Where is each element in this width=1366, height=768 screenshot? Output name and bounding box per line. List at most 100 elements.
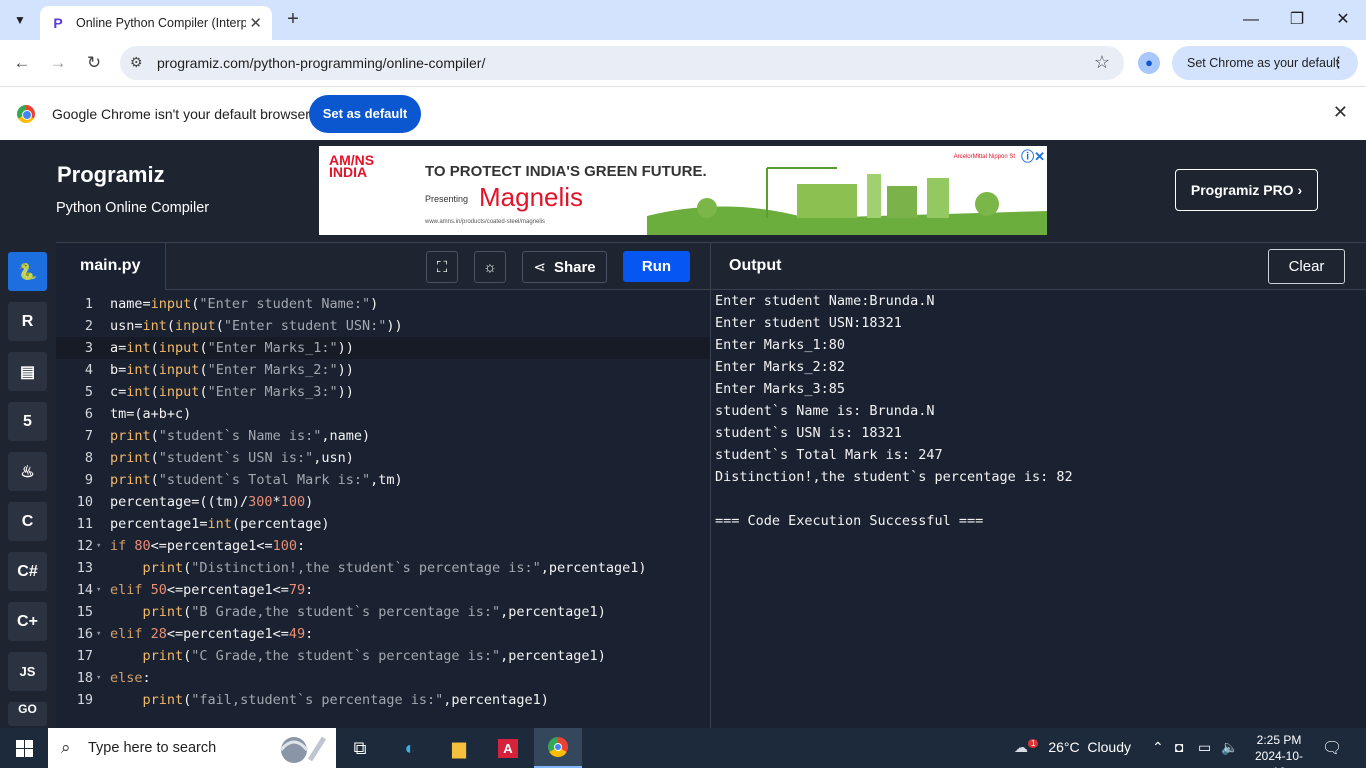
code-text[interactable]: print("fail,student`s percentage is:",pe… <box>110 689 549 711</box>
programiz-logo[interactable]: Programiz <box>57 162 165 188</box>
ad-presenting: Presenting <box>425 194 469 204</box>
edge-browser-icon[interactable]: ◐ <box>386 728 434 768</box>
python-language-icon[interactable]: 🐍 <box>8 252 47 291</box>
code-text[interactable]: print("student`s Name is:",name) <box>110 425 370 447</box>
file-explorer-icon[interactable]: ▆ <box>435 728 483 768</box>
code-line[interactable]: 12 ▾ if 80<=percentage1<=100: <box>56 535 710 557</box>
back-icon[interactable]: ← <box>10 51 34 75</box>
code-text[interactable]: print("C Grade,the student`s percentage … <box>110 645 606 667</box>
browser-tab[interactable]: P Online Python Compiler (Interpreter) ✕ <box>40 6 272 40</box>
code-line[interactable]: 11 percentage1=int(percentage) <box>56 513 710 535</box>
minimize-icon[interactable]: — <box>1228 8 1274 32</box>
code-text[interactable]: usn=int(input("Enter student USN:")) <box>110 315 403 337</box>
r-language-icon[interactable]: R <box>8 302 47 341</box>
code-line[interactable]: 8 print("student`s USN is:",usn) <box>56 447 710 469</box>
set-default-chip[interactable]: Set Chrome as your default ⋮ <box>1172 46 1358 80</box>
programiz-pro-button[interactable]: Programiz PRO › <box>1175 169 1318 211</box>
fullscreen-icon[interactable]: ⛶ <box>426 251 458 283</box>
code-text[interactable]: name=input("Enter student Name:") <box>110 293 378 315</box>
site-info-icon[interactable]: ⚙ <box>130 54 143 71</box>
forward-icon[interactable]: → <box>46 51 70 75</box>
address-bar[interactable]: ⚙ programiz.com/python-programming/onlin… <box>120 46 1124 80</box>
autocad-icon[interactable]: A <box>484 728 532 768</box>
run-button[interactable]: Run <box>623 251 690 282</box>
fold-toggle-icon[interactable]: ▾ <box>96 623 101 645</box>
csharp-language-icon[interactable]: C# <box>8 552 47 591</box>
code-text[interactable]: print("Distinction!,the student`s percen… <box>110 557 647 579</box>
java-icon[interactable]: ♨ <box>8 452 47 491</box>
code-line[interactable]: 10 percentage=((tm)/300*100) <box>56 491 710 513</box>
code-text[interactable]: else: <box>110 667 151 689</box>
code-line[interactable]: 9 print("student`s Total Mark is:",tm) <box>56 469 710 491</box>
reload-icon[interactable]: ↻ <box>82 51 106 75</box>
url-text[interactable]: programiz.com/python-programming/online-… <box>157 55 485 71</box>
code-line[interactable]: 16 ▾ elif 28<=percentage1<=49: <box>56 623 710 645</box>
code-text[interactable]: c=int(input("Enter Marks_3:")) <box>110 381 354 403</box>
chrome-menu-icon[interactable]: ⋮ <box>1331 46 1346 80</box>
fold-toggle-icon[interactable]: ▾ <box>96 667 101 689</box>
cpp-language-icon[interactable]: C+ <box>8 602 47 641</box>
bookmark-star-icon[interactable]: ☆ <box>1094 52 1110 73</box>
code-text[interactable]: if 80<=percentage1<=100: <box>110 535 305 557</box>
code-text[interactable]: a=int(input("Enter Marks_1:")) <box>110 337 354 359</box>
code-area[interactable]: 1 name=input("Enter student Name:") 2 usn=i… <box>56 290 710 728</box>
code-line[interactable]: 14 ▾ elif 50<=percentage1<=79: <box>56 579 710 601</box>
code-line[interactable]: 2 usn=int(input("Enter student USN:")) <box>56 315 710 337</box>
html5-icon[interactable]: 5 <box>8 402 47 441</box>
volume-muted-icon[interactable]: 🔈 <box>1221 739 1238 756</box>
infobar-close-icon[interactable]: ✕ <box>1333 102 1348 123</box>
code-text[interactable]: print("student`s Total Mark is:",tm) <box>110 469 403 491</box>
code-line[interactable]: 6 tm=(a+b+c) <box>56 403 710 425</box>
code-text[interactable]: b=int(input("Enter Marks_2:")) <box>110 359 354 381</box>
file-tab-main-py[interactable]: main.py <box>56 243 166 290</box>
task-view-icon[interactable]: ⧉ <box>336 728 384 768</box>
code-text[interactable]: elif 50<=percentage1<=79: <box>110 579 313 601</box>
fold-toggle-icon[interactable]: ▾ <box>96 535 101 557</box>
code-line[interactable]: 7 print("student`s Name is:",name) <box>56 425 710 447</box>
c-language-icon[interactable]: C <box>8 502 47 541</box>
code-text[interactable]: tm=(a+b+c) <box>110 403 191 425</box>
window-close-icon[interactable]: ✕ <box>1320 8 1366 32</box>
go-language-icon[interactable]: GO <box>8 702 47 726</box>
sql-database-icon[interactable]: ▤ <box>8 352 47 391</box>
code-line[interactable]: 19 print("fail,student`s percentage is:"… <box>56 689 710 711</box>
code-text[interactable]: print("B Grade,the student`s percentage … <box>110 601 606 623</box>
clock-time: 2:25 PM <box>1256 733 1302 747</box>
notifications-icon[interactable]: 🗨 <box>1322 738 1342 758</box>
code-text[interactable]: percentage1=int(percentage) <box>110 513 329 535</box>
meet-now-icon[interactable]: ◘ <box>1175 739 1183 755</box>
code-text[interactable]: elif 28<=percentage1<=49: <box>110 623 313 645</box>
show-hidden-icons-chevron-icon[interactable]: ⌃ <box>1152 739 1164 756</box>
new-tab-icon[interactable]: + <box>282 8 304 30</box>
javascript-icon[interactable]: JS <box>8 652 47 691</box>
set-as-default-button[interactable]: Set as default <box>309 95 421 133</box>
taskbar-search-box[interactable]: ⌕ Type here to search <box>48 728 336 768</box>
code-line[interactable]: 13 print("Distinction!,the student`s per… <box>56 557 710 579</box>
line-number: 19 <box>76 692 93 708</box>
restore-icon[interactable]: ❐ <box>1274 8 1320 32</box>
network-icon[interactable]: ▭ <box>1198 739 1211 756</box>
tab-search-chevron-icon[interactable]: ▼ <box>8 8 32 32</box>
code-line[interactable]: 5 c=int(input("Enter Marks_3:")) <box>56 381 710 403</box>
clear-button[interactable]: Clear <box>1268 249 1345 284</box>
code-line[interactable]: 17 print("C Grade,the student`s percenta… <box>56 645 710 667</box>
windows-start-icon[interactable] <box>0 728 48 768</box>
code-text[interactable]: percentage=((tm)/300*100) <box>110 491 313 513</box>
output-console[interactable]: Enter student Name:Brunda.N Enter student… <box>715 290 1355 532</box>
code-line[interactable]: 4 b=int(input("Enter Marks_2:")) <box>56 359 710 381</box>
tab-close-icon[interactable]: ✕ <box>249 14 262 32</box>
code-line[interactable]: 1 name=input("Enter student Name:") <box>56 293 710 315</box>
share-button[interactable]: ⋖ Share <box>522 251 607 283</box>
taskbar-clock[interactable]: 2:25 PM 2024-10-16 <box>1249 732 1309 768</box>
code-line[interactable]: 18 ▾ else: <box>56 667 710 689</box>
fold-toggle-icon[interactable]: ▾ <box>96 579 101 601</box>
advertisement-banner[interactable]: AM/NS INDIA TO PROTECT INDIA'S GREEN FUT… <box>319 146 1047 235</box>
chrome-taskbar-icon[interactable] <box>534 728 582 768</box>
ad-close-icon[interactable]: ⓘ✕ <box>1021 146 1045 165</box>
code-line[interactable]: 15 print("B Grade,the student`s percenta… <box>56 601 710 623</box>
profile-avatar-icon[interactable]: ● <box>1138 52 1160 74</box>
theme-toggle-sun-icon[interactable]: ☼ <box>474 251 506 283</box>
code-line[interactable]: 3 a=int(input("Enter Marks_1:")) <box>56 337 710 359</box>
weather-widget[interactable]: ☁ 1 26°C Cloudy <box>1014 739 1131 756</box>
code-text[interactable]: print("student`s USN is:",usn) <box>110 447 354 469</box>
